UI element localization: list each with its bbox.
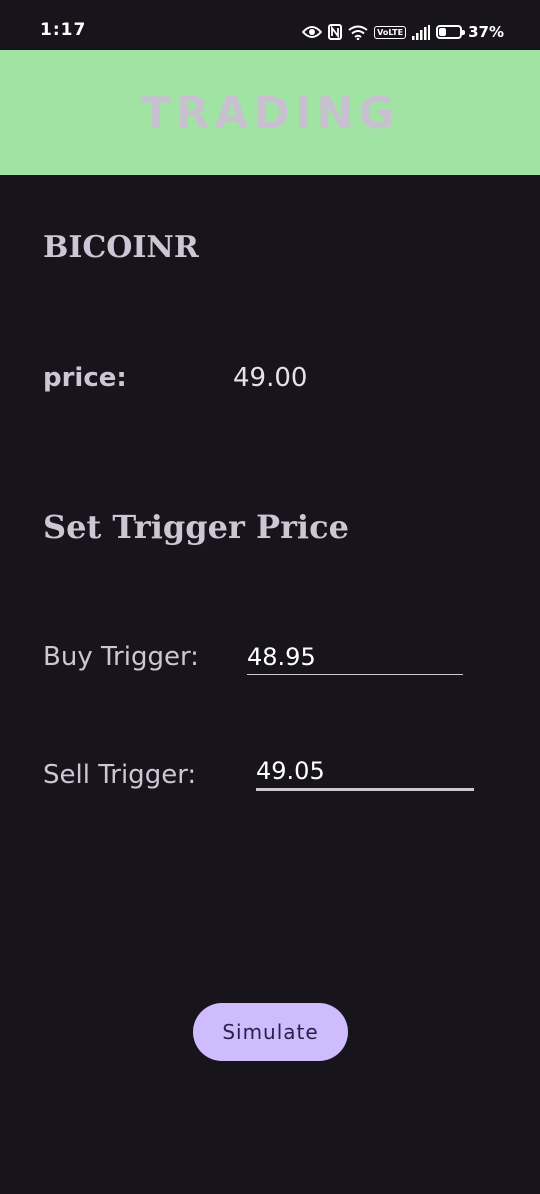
app-bar: TRADING xyxy=(0,50,540,175)
wifi-icon xyxy=(348,25,368,40)
battery-icon xyxy=(436,25,466,39)
battery-percent: 37% xyxy=(468,23,504,41)
status-icons: VoLTE 37% xyxy=(302,20,504,44)
app-title: TRADING xyxy=(140,88,400,139)
price-label: price: xyxy=(43,363,127,393)
price-value: 49.00 xyxy=(233,363,308,393)
buy-trigger-input[interactable] xyxy=(247,640,463,675)
buy-trigger-label: Buy Trigger: xyxy=(43,642,199,672)
battery-level xyxy=(439,28,447,36)
eye-icon xyxy=(302,25,323,39)
simulate-button[interactable]: Simulate xyxy=(193,1003,348,1061)
status-bar: 1:17 VoLTE 37% xyxy=(0,0,540,50)
nfc-icon xyxy=(328,24,343,40)
trading-pair-name: BICOINR xyxy=(43,230,199,265)
app-screen: 1:17 VoLTE 37% TRADING BICOINR price: 49… xyxy=(0,0,540,1194)
sell-trigger-label: Sell Trigger: xyxy=(43,760,197,790)
signal-icon xyxy=(412,24,431,40)
section-title: Set Trigger Price xyxy=(43,508,349,546)
status-time: 1:17 xyxy=(40,20,87,40)
sell-trigger-input[interactable] xyxy=(256,754,474,791)
battery-outline xyxy=(436,25,466,39)
volte-icon: VoLTE xyxy=(374,25,407,39)
